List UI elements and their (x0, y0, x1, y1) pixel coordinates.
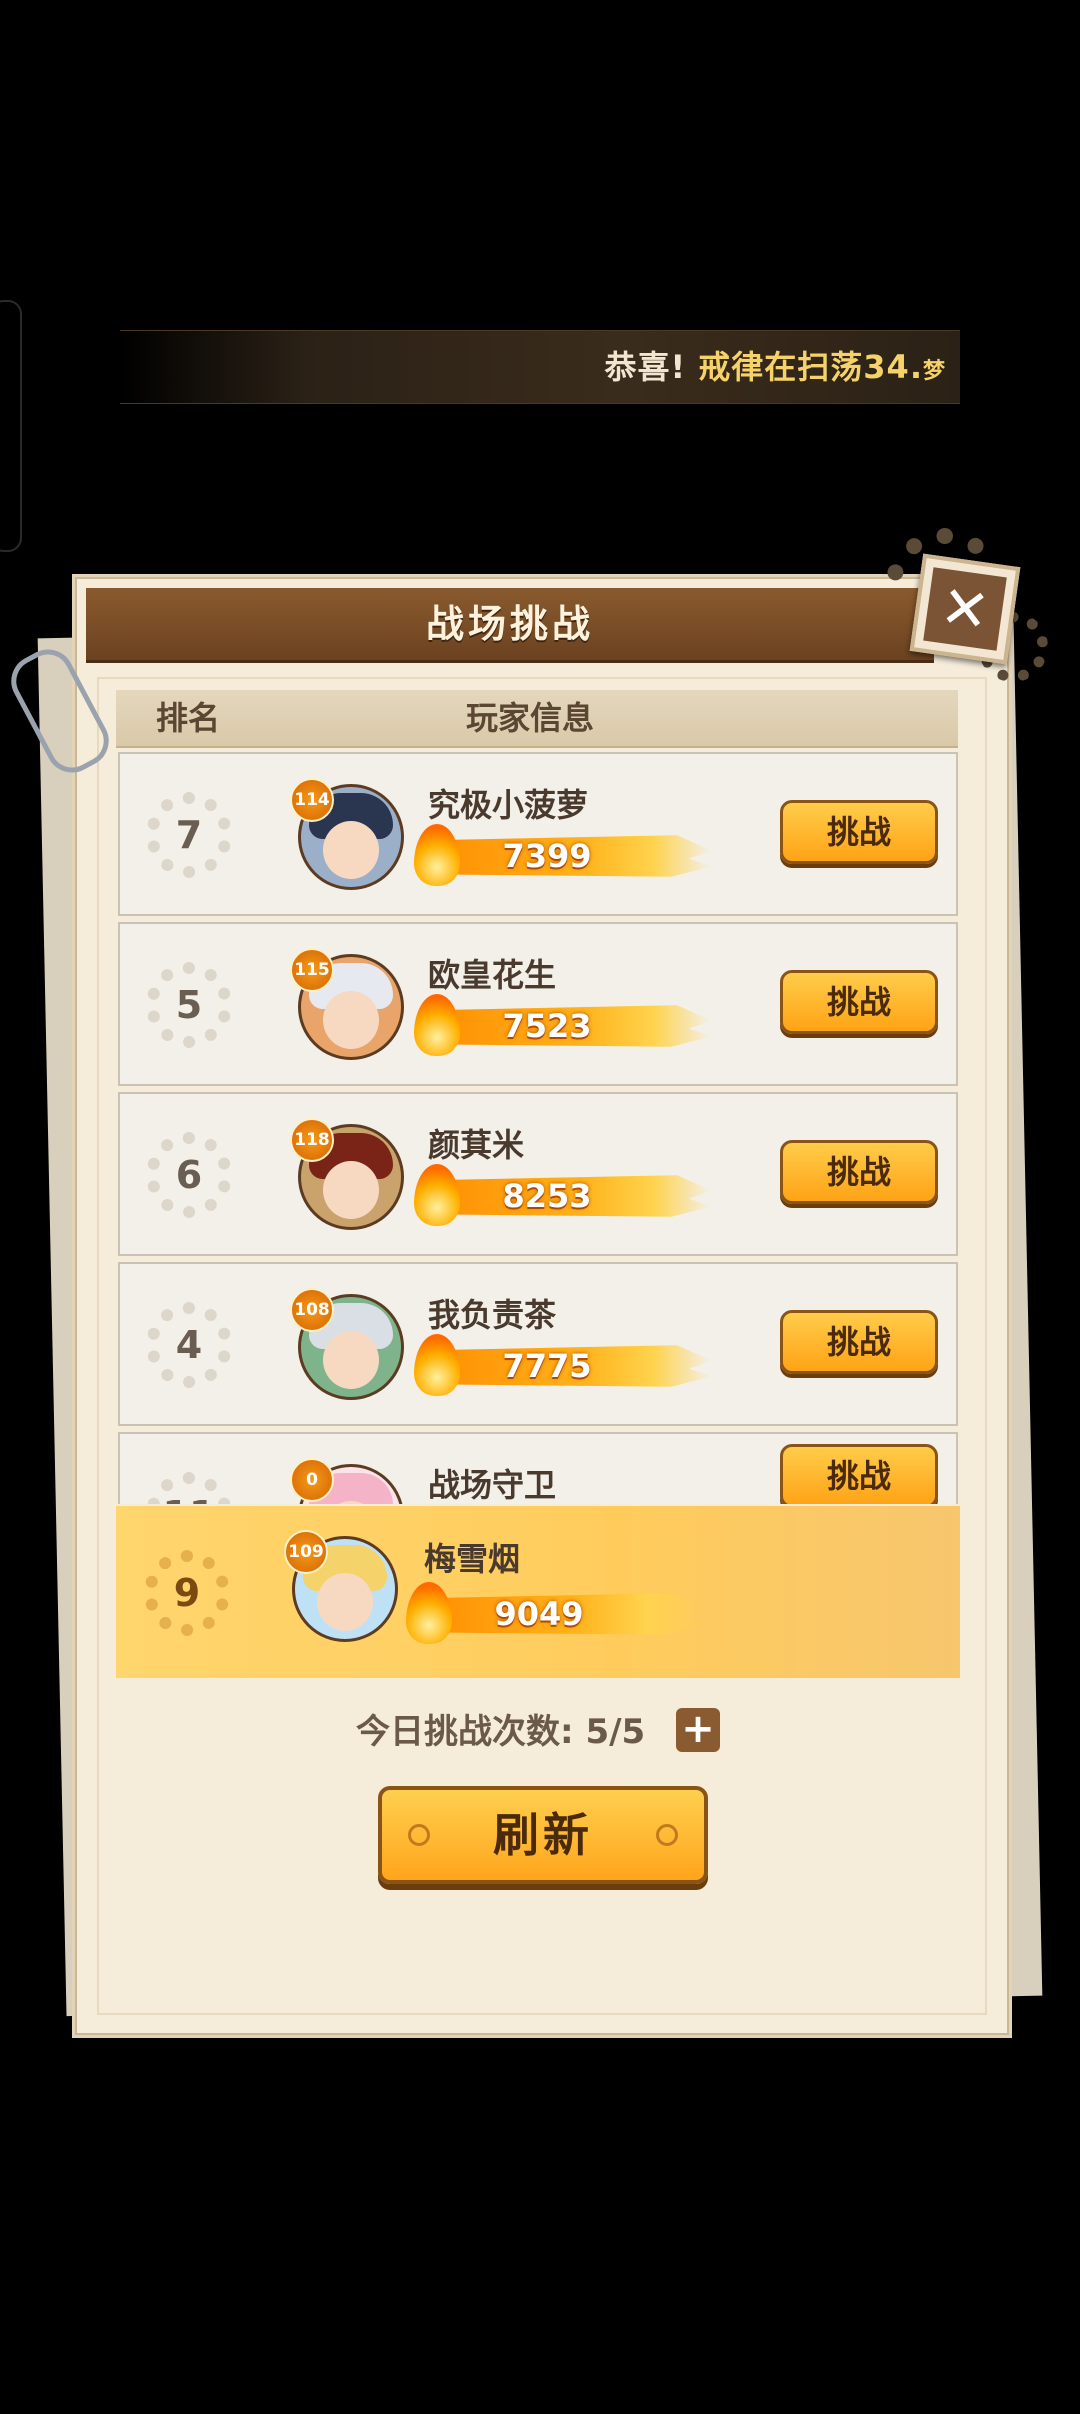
player-name: 战场守卫 (428, 1466, 557, 1504)
opponent-row: 4 108 我负责茶 7775 挑战 (118, 1262, 958, 1426)
level-badge: 109 (284, 1530, 328, 1574)
close-button[interactable]: ✕ (909, 553, 1021, 665)
avatar-face (323, 991, 379, 1049)
challenge-button[interactable]: 挑战 (780, 1140, 938, 1204)
rank-number: 5 (175, 983, 203, 1027)
player-name: 欧皇花生 (428, 956, 557, 994)
close-icon: ✕ (923, 567, 1007, 651)
avatar-face (323, 821, 379, 879)
challenge-button[interactable]: 挑战 (780, 1444, 938, 1504)
daily-challenge-count: 今日挑战次数: 5/5 (356, 1704, 645, 1760)
table-header: 排名 玩家信息 (116, 690, 958, 748)
opponent-row: 7 114 究极小菠萝 7399 挑战 (118, 752, 958, 916)
power-value: 8253 (502, 1177, 592, 1215)
rank-number: 7 (175, 813, 203, 857)
self-player-name: 梅雪烟 (424, 1540, 521, 1578)
challenge-button[interactable]: 挑战 (780, 800, 938, 864)
player-name: 究极小菠萝 (428, 786, 589, 824)
avatar-face (323, 1331, 379, 1389)
flame-icon (414, 824, 460, 886)
add-attempts-button[interactable]: + (676, 1708, 720, 1752)
announcement-tail: 扫荡34. (797, 348, 923, 386)
rank-number: 4 (175, 1323, 203, 1367)
player-name: 颜萁米 (428, 1126, 525, 1164)
announcement-marquee: 恭喜! 戒律在扫荡34.梦 (120, 330, 960, 404)
opponent-list[interactable]: 7 114 究极小菠萝 7399 挑战 5 115 欧皇花生 7523 挑战 6 (118, 752, 960, 1504)
level-badge: 108 (290, 1288, 334, 1332)
avatar-face (317, 1573, 373, 1631)
power-value: 7523 (502, 1007, 592, 1045)
self-rank-row: 9 109 梅雪烟 9049 (116, 1506, 960, 1678)
level-badge: 118 (290, 1118, 334, 1162)
self-rank-number: 9 (173, 1571, 201, 1615)
level-badge: 115 (290, 948, 334, 992)
announcement-player-name: 戒律在 (698, 348, 798, 386)
avatar-face (323, 1161, 379, 1219)
refresh-button[interactable]: 刷新 (378, 1786, 708, 1884)
power-value: 7399 (502, 837, 592, 875)
opponent-row: 5 115 欧皇花生 7523 挑战 (118, 922, 958, 1086)
self-power-value: 9049 (494, 1595, 584, 1633)
rank-number: 6 (175, 1153, 203, 1197)
challenge-button[interactable]: 挑战 (780, 1310, 938, 1374)
daily-count-label: 今日挑战次数: (356, 1712, 574, 1752)
screen-edge-notch (0, 300, 22, 552)
flame-icon (414, 1334, 460, 1396)
header-rank: 排名 (156, 699, 221, 737)
bolt-icon (656, 1824, 678, 1846)
panel-title-bar: 战场挑战 (86, 588, 934, 663)
power-value: 7775 (502, 1347, 592, 1385)
level-badge: 0 (290, 1458, 334, 1502)
announcement-text: 恭喜! 戒律在扫荡34.梦 (605, 331, 946, 403)
opponent-row: 6 118 颜萁米 8253 挑战 (118, 1092, 958, 1256)
flame-icon (414, 994, 460, 1056)
flame-icon (414, 1164, 460, 1226)
opponent-row: 11 0 战场守卫 挑战 (118, 1432, 958, 1504)
panel-title: 战场挑战 (425, 602, 594, 646)
player-name: 我负责茶 (428, 1296, 557, 1334)
challenge-button[interactable]: 挑战 (780, 970, 938, 1034)
rank-number: 11 (146, 1472, 232, 1504)
flame-icon (406, 1582, 452, 1644)
daily-count-value: 5/5 (585, 1712, 646, 1752)
announcement-cut-glyph: 梦 (922, 359, 946, 384)
header-player-info: 玩家信息 (466, 699, 595, 737)
level-badge: 114 (290, 778, 334, 822)
announcement-prefix: 恭喜! (604, 348, 699, 386)
